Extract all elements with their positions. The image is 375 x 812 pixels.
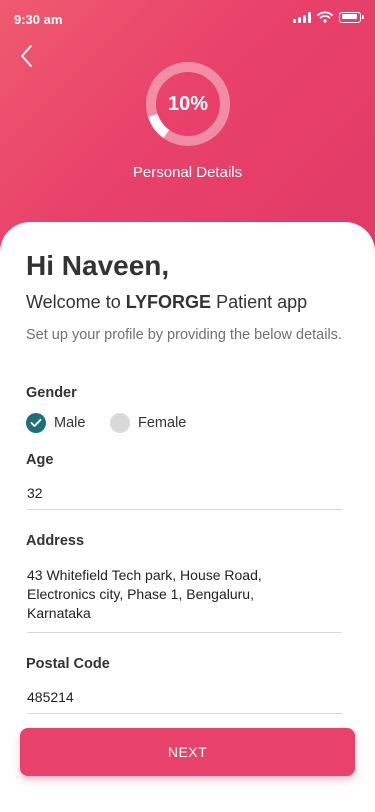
- age-label: Age: [26, 452, 54, 468]
- gender-option-label: Male: [54, 415, 86, 431]
- back-button[interactable]: [12, 40, 40, 72]
- battery-icon: [339, 11, 364, 23]
- address-label: Address: [26, 533, 85, 549]
- radio-checked: [26, 413, 46, 433]
- status-time: 9:30 am: [14, 12, 63, 27]
- address-underline: [27, 632, 342, 633]
- signal-icon: [293, 11, 311, 23]
- step-title: Personal Details: [132, 164, 243, 181]
- chevron-left-icon: [21, 45, 32, 67]
- gender-option-label: Female: [138, 415, 187, 431]
- radio-unchecked: [110, 413, 130, 433]
- postal-code-label: Postal Code: [26, 656, 110, 672]
- gender-option-female[interactable]: Female: [110, 413, 186, 433]
- status-bar: 9:30 am: [0, 0, 375, 40]
- greeting: Hi Naveen,: [26, 250, 170, 281]
- welcome-text: Welcome to LYFORGE Patient app: [26, 292, 307, 313]
- next-button[interactable]: NEXT: [20, 728, 355, 776]
- brand-name: LYFORGE: [125, 292, 212, 312]
- status-icons: [293, 11, 364, 23]
- postal-code-underline: [27, 713, 342, 714]
- gender-option-male[interactable]: Male: [26, 413, 85, 433]
- address-input[interactable]: 43 Whitefield Tech park, House Road, Ele…: [27, 566, 317, 623]
- postal-code-input[interactable]: 485214: [27, 688, 327, 707]
- gender-label: Gender: [26, 385, 77, 401]
- welcome-suffix: Patient app: [211, 292, 308, 312]
- wifi-icon: [317, 11, 333, 23]
- age-input[interactable]: 32: [27, 484, 327, 503]
- progress-percentage: 10%: [167, 92, 209, 115]
- welcome-prefix: Welcome to: [26, 292, 126, 312]
- age-underline: [27, 509, 342, 510]
- check-icon: [30, 418, 42, 427]
- intro-description: Set up your profile by providing the bel…: [26, 327, 342, 343]
